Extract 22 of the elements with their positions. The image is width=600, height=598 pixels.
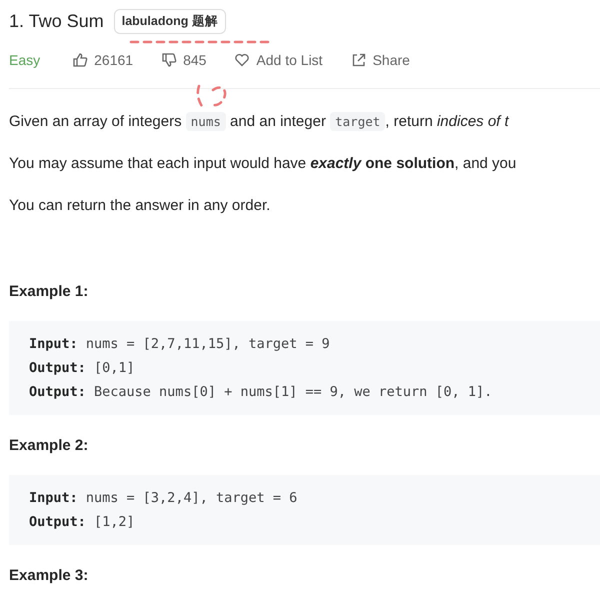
code-line: Output: [0,1] [29,359,136,378]
description-text: You can return the answer in any order. [9,196,272,216]
share-icon[interactable] [350,52,367,68]
example-heading: Example 3: [9,566,90,586]
thumbs-down-icon[interactable] [161,52,178,68]
difficulty-label: Easy [9,52,40,68]
problem-title: 1. Two Sum [9,10,104,32]
code-line: Input: nums = [2,7,11,15], target = 9 [29,335,331,354]
likes-count: 26161 [94,52,134,68]
add-to-list-link[interactable]: Add to List [256,52,323,68]
code-line: Output: [1,2] [29,513,136,532]
solution-badge[interactable]: labuladong 题解 [114,8,226,34]
description-text: You may assume that each input would have exactly one solution, and you [9,154,518,174]
code-line: Output: Because nums[0] + nums[1] == 9, we return [0, 1]. [29,383,494,402]
example-heading: Example 2: [9,436,90,456]
dislikes-count: 845 [183,52,206,68]
heart-icon[interactable] [234,52,250,68]
example-heading: Example 1: [9,282,90,302]
code-line: Input: nums = [3,2,4], target = 6 [29,489,298,508]
share-link[interactable]: Share [372,52,410,68]
thumbs-up-icon[interactable] [72,52,88,68]
description-text: Given an array of integers nums and an integer target , return indices of t [9,111,510,133]
